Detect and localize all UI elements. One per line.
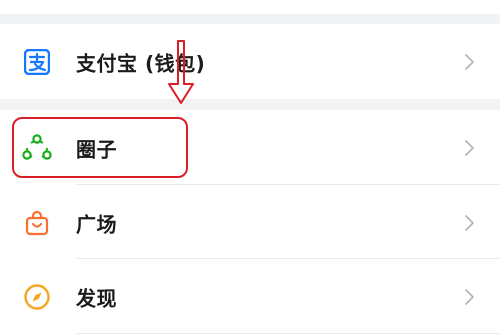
- chevron-right-icon: [462, 213, 476, 233]
- menu-item-alipay-wallet[interactable]: 支付宝 (钱包): [0, 24, 500, 99]
- highlight-box: [12, 117, 188, 178]
- menu-item-discover[interactable]: 发现: [0, 259, 500, 334]
- section-separator: [0, 99, 500, 110]
- settings-menu-page: 支付宝 (钱包) 圈子 广场 发现: [0, 0, 500, 334]
- down-arrow-icon: [168, 40, 194, 104]
- shopping-bag-icon: [22, 208, 52, 238]
- menu-item-label: 广场: [76, 212, 117, 236]
- section-separator: [0, 14, 500, 24]
- top-section-remnant: [0, 0, 500, 14]
- alipay-icon: [22, 47, 52, 77]
- menu-item-plaza[interactable]: 广场: [0, 185, 500, 260]
- chevron-right-icon: [462, 52, 476, 72]
- chevron-right-icon: [462, 138, 476, 158]
- menu-item-label: 发现: [76, 286, 117, 310]
- compass-icon: [22, 282, 52, 312]
- chevron-right-icon: [462, 287, 476, 307]
